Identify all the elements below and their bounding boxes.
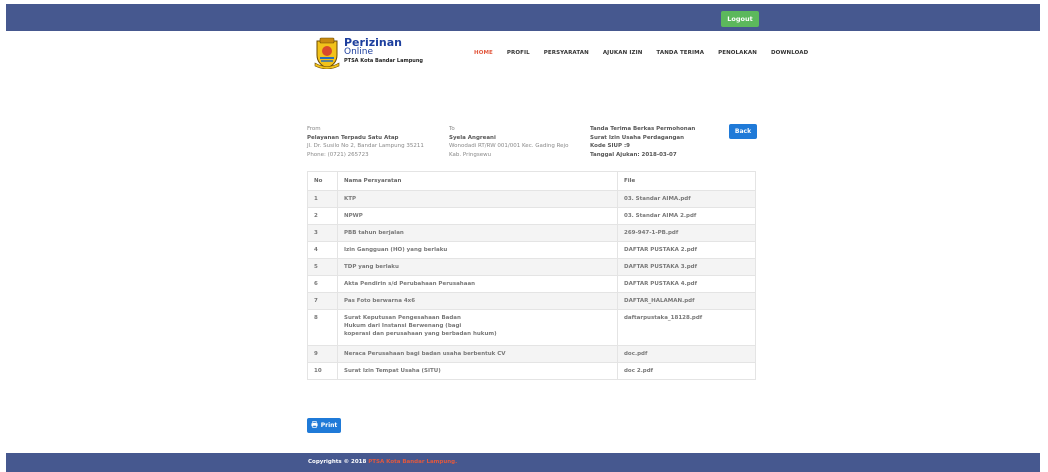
footer-copyright: Copyrights © 2018 PTSA Kota Bandar Lampu… xyxy=(308,459,457,465)
footer-prefix: Copyrights © 2018 xyxy=(308,459,369,465)
row-file-link[interactable]: DAFTAR PUSTAKA 2.pdf xyxy=(617,241,756,259)
row-no: 6 xyxy=(307,275,338,293)
row-name: Surat Izin Tempat Usaha (SITU) xyxy=(337,362,618,380)
row-name: TDP yang berlaku xyxy=(337,258,618,276)
header-name: Nama Persyaratan xyxy=(337,171,618,191)
to-address: Wonodadi RT/RW 001/001 Kec. Gading Rejo xyxy=(449,143,569,150)
header-file: File xyxy=(617,171,756,191)
row-name: Surat Keputusan Pengesahaan Badan Hukum … xyxy=(337,309,618,346)
table-row: 7 Pas Foto berwarna 4x6 DAFTAR_HALAMAN.p… xyxy=(307,292,756,310)
row-name: Akta Pendirin s/d Perubahaan Perusahaan xyxy=(337,275,618,293)
row-name: KTP xyxy=(337,190,618,208)
row-file-link[interactable]: DAFTAR_HALAMAN.pdf xyxy=(617,292,756,310)
row-file-link[interactable]: 03. Standar AIMA 2.pdf xyxy=(617,207,756,225)
row-no: 2 xyxy=(307,207,338,225)
table-row: 2 NPWP 03. Standar AIMA 2.pdf xyxy=(307,207,756,225)
row-file-link[interactable]: doc.pdf xyxy=(617,345,756,363)
row-no: 3 xyxy=(307,224,338,242)
receipt-date: Tanggal Ajukan: 2018-03-07 xyxy=(590,151,677,158)
receipt-block: Tanda Terima Berkas Permohonan Surat Izi… xyxy=(590,125,695,159)
table-row: 10 Surat Izin Tempat Usaha (SITU) doc 2.… xyxy=(307,362,756,380)
receipt-title: Tanda Terima Berkas Permohonan xyxy=(590,126,696,132)
main-nav: HOME PROFIL PERSYARATAN AJUKAN IZIN TAND… xyxy=(474,50,822,56)
footer-org-link[interactable]: PTSA Kota Bandar Lampung. xyxy=(368,459,457,465)
back-button[interactable]: Back xyxy=(729,124,757,139)
nav-tanda-terima[interactable]: TANDA TERIMA xyxy=(656,50,704,56)
nav-penolakan[interactable]: PENOLAKAN xyxy=(718,50,757,56)
table-row: 4 Izin Gangguan (HO) yang berlaku DAFTAR… xyxy=(307,241,756,259)
row-name: Izin Gangguan (HO) yang berlaku xyxy=(337,241,618,259)
printer-icon xyxy=(311,421,318,430)
row-file-link[interactable]: daftarpustaka_18128.pdf xyxy=(617,309,756,346)
row-no: 10 xyxy=(307,362,338,380)
to-block: To Syela Angreani Wonodadi RT/RW 001/001… xyxy=(449,125,568,159)
table-row: 3 PBB tahun berjalan 269-947-1-PB.pdf xyxy=(307,224,756,242)
row-file-link[interactable]: doc 2.pdf xyxy=(617,362,756,380)
table-row: 5 TDP yang berlaku DAFTAR PUSTAKA 3.pdf xyxy=(307,258,756,276)
top-bar: Logout xyxy=(6,4,1040,31)
row-name: PBB tahun berjalan xyxy=(337,224,618,242)
from-label: From xyxy=(307,126,321,132)
row-no: 9 xyxy=(307,345,338,363)
table-row: 9 Neraca Perusahaan bagi badan usaha ber… xyxy=(307,345,756,363)
header-no: No xyxy=(307,171,338,191)
from-block: From Pelayanan Terpadu Satu Atap Jl. Dr.… xyxy=(307,125,424,159)
row-name: NPWP xyxy=(337,207,618,225)
row-file-link[interactable]: 03. Standar AIMA.pdf xyxy=(617,190,756,208)
table-row: 8 Surat Keputusan Pengesahaan Badan Huku… xyxy=(307,309,756,346)
row-no: 8 xyxy=(307,309,338,346)
row-no: 1 xyxy=(307,190,338,208)
requirements-table: No Nama Persyaratan File 1 KTP 03. Stand… xyxy=(307,171,756,380)
from-address: Jl. Dr. Susilo No 2, Bandar Lampung 3521… xyxy=(307,143,424,150)
print-button[interactable]: Print xyxy=(307,418,341,433)
to-label: To xyxy=(449,126,455,132)
row-file-link[interactable]: 269-947-1-PB.pdf xyxy=(617,224,756,242)
from-phone: Phone: (0721) 265723 xyxy=(307,151,369,158)
table-header-row: No Nama Persyaratan File xyxy=(307,171,756,191)
nav-persyaratan[interactable]: PERSYARATAN xyxy=(544,50,589,56)
footer: Copyrights © 2018 PTSA Kota Bandar Lampu… xyxy=(6,453,1040,472)
row-file-link[interactable]: DAFTAR PUSTAKA 4.pdf xyxy=(617,275,756,293)
row-file-link[interactable]: DAFTAR PUSTAKA 3.pdf xyxy=(617,258,756,276)
nav-ajukan-izin[interactable]: AJUKAN IZIN xyxy=(603,50,643,56)
row-no: 7 xyxy=(307,292,338,310)
print-label: Print xyxy=(320,422,338,429)
to-city: Kab. Pringsewu xyxy=(449,151,492,158)
city-emblem-icon xyxy=(314,37,340,70)
logout-button[interactable]: Logout xyxy=(721,11,759,27)
row-no: 4 xyxy=(307,241,338,259)
brand-logo-link[interactable]: Perizinan Online PTSA Kota Bandar Lampun… xyxy=(314,37,423,70)
row-name: Neraca Perusahaan bagi badan usaha berbe… xyxy=(337,345,618,363)
table-row: 1 KTP 03. Standar AIMA.pdf xyxy=(307,190,756,208)
row-name: Pas Foto berwarna 4x6 xyxy=(337,292,618,310)
brand-org: PTSA Kota Bandar Lampung xyxy=(344,58,423,64)
row-no: 5 xyxy=(307,258,338,276)
brand-subtitle: Online xyxy=(344,47,374,57)
table-row: 6 Akta Pendirin s/d Perubahaan Perusahaa… xyxy=(307,275,756,293)
receipt-permit: Surat Izin Usaha Perdagangan xyxy=(590,134,685,141)
nav-download[interactable]: DOWNLOAD xyxy=(771,50,808,56)
from-name: Pelayanan Terpadu Satu Atap xyxy=(307,134,399,141)
nav-home[interactable]: HOME xyxy=(474,50,493,56)
receipt-code: Kode SIUP :9 xyxy=(590,143,630,150)
nav-profil[interactable]: PROFIL xyxy=(507,50,530,56)
to-name: Syela Angreani xyxy=(449,134,496,141)
